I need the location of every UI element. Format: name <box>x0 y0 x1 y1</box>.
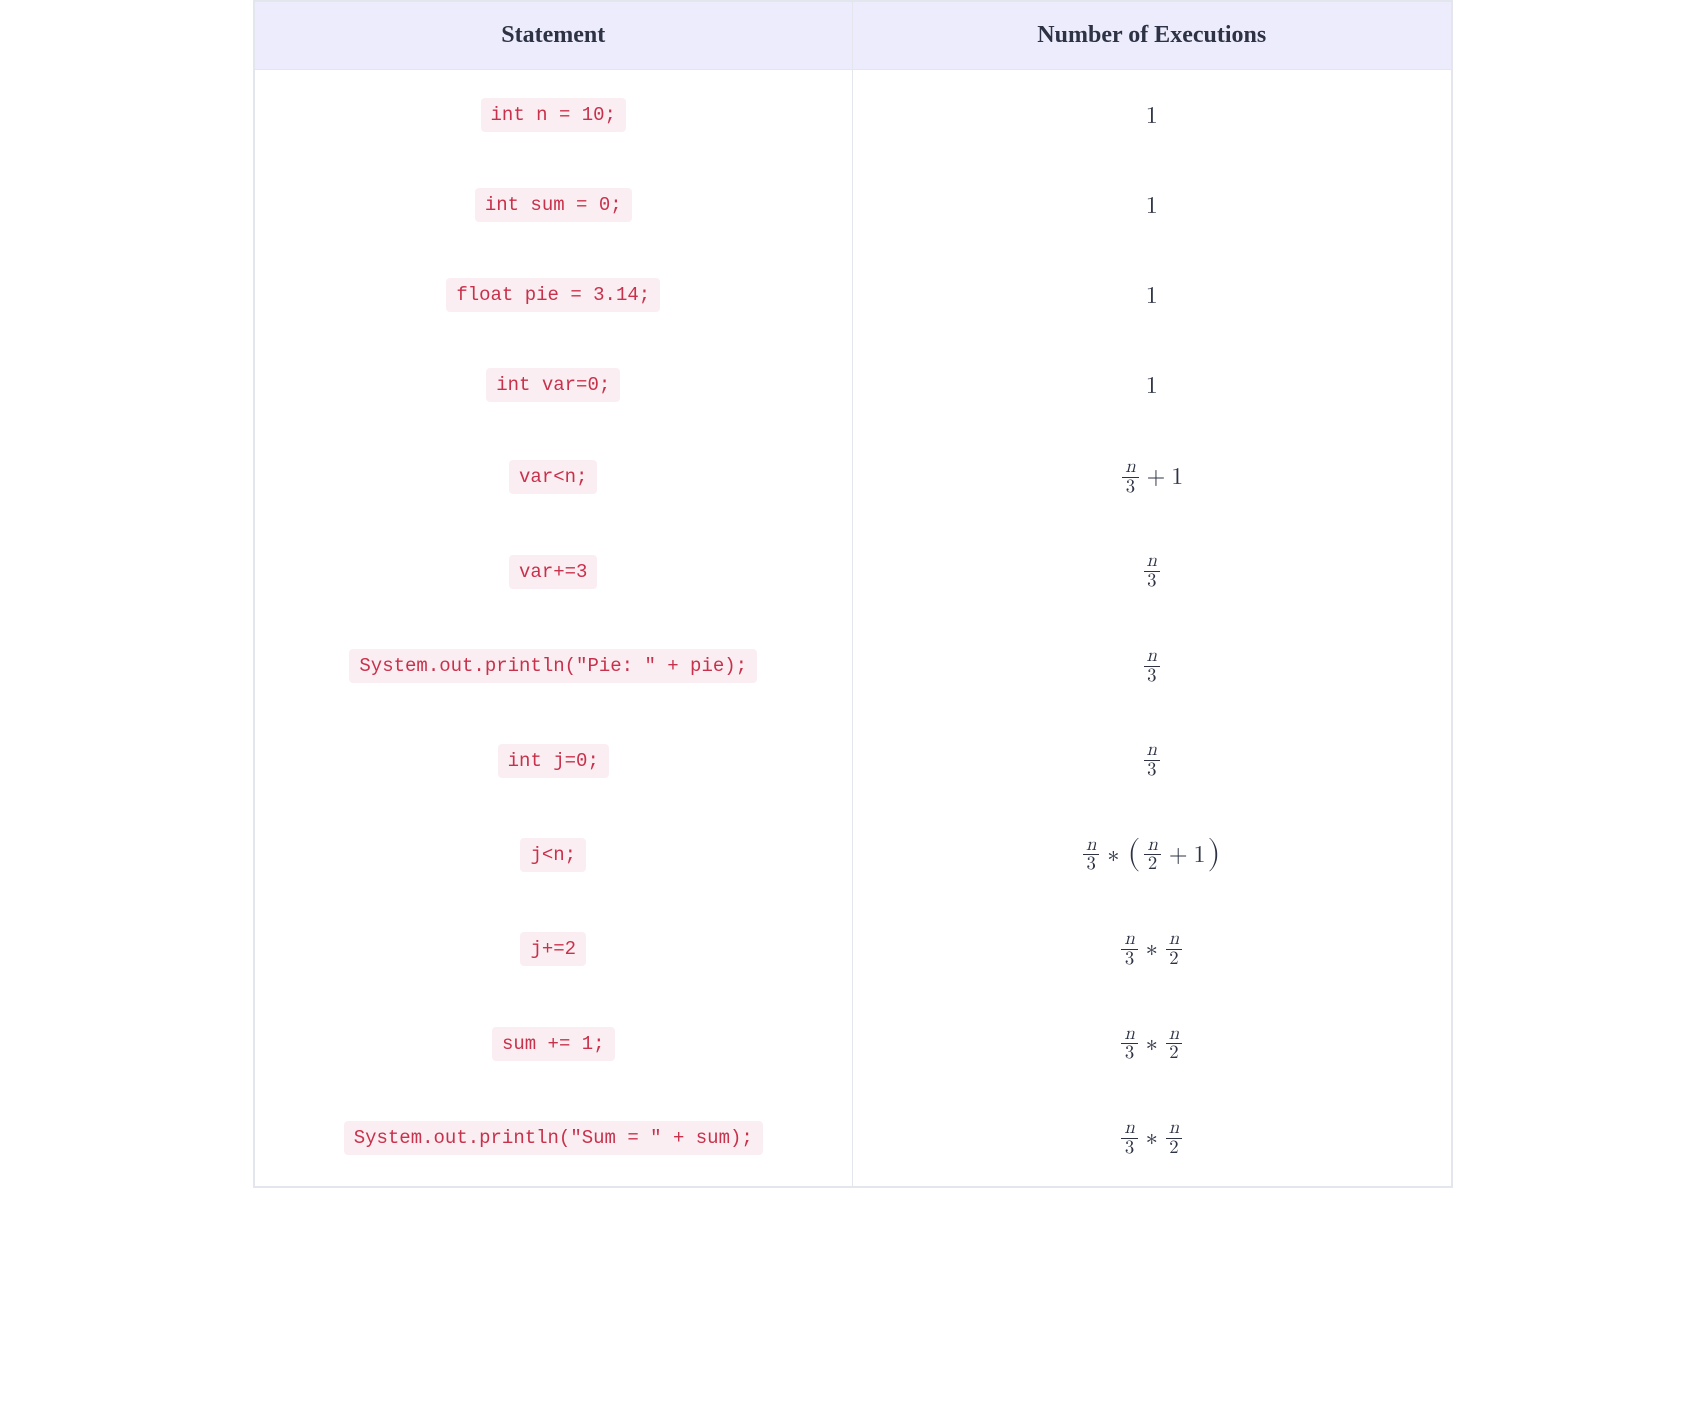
math-expression: n3∗n2 <box>1119 1030 1184 1054</box>
math-expression: n3∗(n2+1) <box>1081 841 1223 865</box>
header-executions: Number of Executions <box>853 2 1452 70</box>
statement-cell: int var=0; <box>254 340 853 430</box>
statement-cell: int j=0; <box>254 713 853 807</box>
math-expression: n3 <box>1142 747 1162 771</box>
executions-cell: n3 <box>853 713 1452 807</box>
table-row: int var=0; 1 <box>254 340 1451 430</box>
header-statement: Statement <box>254 2 853 70</box>
executions-cell: 1 <box>853 250 1452 340</box>
math-expression: n3 <box>1142 558 1162 582</box>
math-expression: 1 <box>1146 192 1158 216</box>
executions-cell: 1 <box>853 160 1452 250</box>
code-statement: System.out.println("Pie: " + pie); <box>349 649 757 683</box>
code-statement: j<n; <box>520 838 586 872</box>
executions-cell: n3∗(n2+1) <box>853 808 1452 902</box>
code-statement: int sum = 0; <box>475 188 632 222</box>
statement-cell: sum += 1; <box>254 997 853 1091</box>
table-row: sum += 1; n3∗n2 <box>254 997 1451 1091</box>
table-row: System.out.println("Sum = " + sum); n3∗n2 <box>254 1091 1451 1186</box>
statement-cell: var+=3 <box>254 524 853 618</box>
table-container: Statement Number of Executions int n = 1… <box>253 0 1453 1188</box>
statement-cell: System.out.println("Pie: " + pie); <box>254 619 853 713</box>
code-statement: j+=2 <box>520 932 586 966</box>
statement-cell: float pie = 3.14; <box>254 250 853 340</box>
table-row: var<n; n3+1 <box>254 430 1451 524</box>
executions-cell: n3∗n2 <box>853 902 1452 996</box>
math-expression: 1 <box>1146 102 1158 126</box>
executions-cell: n3 <box>853 619 1452 713</box>
code-statement: int var=0; <box>486 368 620 402</box>
executions-cell: n3∗n2 <box>853 997 1452 1091</box>
statement-cell: var<n; <box>254 430 853 524</box>
table-row: int sum = 0; 1 <box>254 160 1451 250</box>
code-statement: System.out.println("Sum = " + sum); <box>344 1121 763 1155</box>
table-row: var+=3 n3 <box>254 524 1451 618</box>
table-row: j+=2 n3∗n2 <box>254 902 1451 996</box>
math-expression: n3 <box>1142 652 1162 676</box>
executions-cell: n3+1 <box>853 430 1452 524</box>
statement-cell: j<n; <box>254 808 853 902</box>
table-row: int j=0; n3 <box>254 713 1451 807</box>
table-row: int n = 10; 1 <box>254 70 1451 161</box>
math-expression: n3∗n2 <box>1119 936 1184 960</box>
table-row: float pie = 3.14; 1 <box>254 250 1451 340</box>
code-statement: int j=0; <box>498 744 609 778</box>
math-expression: 1 <box>1146 282 1158 306</box>
math-expression: n3+1 <box>1120 463 1183 487</box>
code-statement: var<n; <box>509 460 597 494</box>
statement-cell: j+=2 <box>254 902 853 996</box>
code-statement: int n = 10; <box>481 98 626 132</box>
statement-cell: System.out.println("Sum = " + sum); <box>254 1091 853 1186</box>
math-expression: 1 <box>1146 372 1158 396</box>
table-row: j<n; n3∗(n2+1) <box>254 808 1451 902</box>
executions-table: Statement Number of Executions int n = 1… <box>254 1 1452 1187</box>
table-row: System.out.println("Pie: " + pie); n3 <box>254 619 1451 713</box>
executions-cell: n3 <box>853 524 1452 618</box>
code-statement: sum += 1; <box>492 1027 615 1061</box>
code-statement: float pie = 3.14; <box>446 278 660 312</box>
statement-cell: int sum = 0; <box>254 160 853 250</box>
executions-cell: n3∗n2 <box>853 1091 1452 1186</box>
math-expression: n3∗n2 <box>1119 1124 1184 1148</box>
statement-cell: int n = 10; <box>254 70 853 161</box>
executions-cell: 1 <box>853 340 1452 430</box>
code-statement: var+=3 <box>509 555 597 589</box>
executions-cell: 1 <box>853 70 1452 161</box>
